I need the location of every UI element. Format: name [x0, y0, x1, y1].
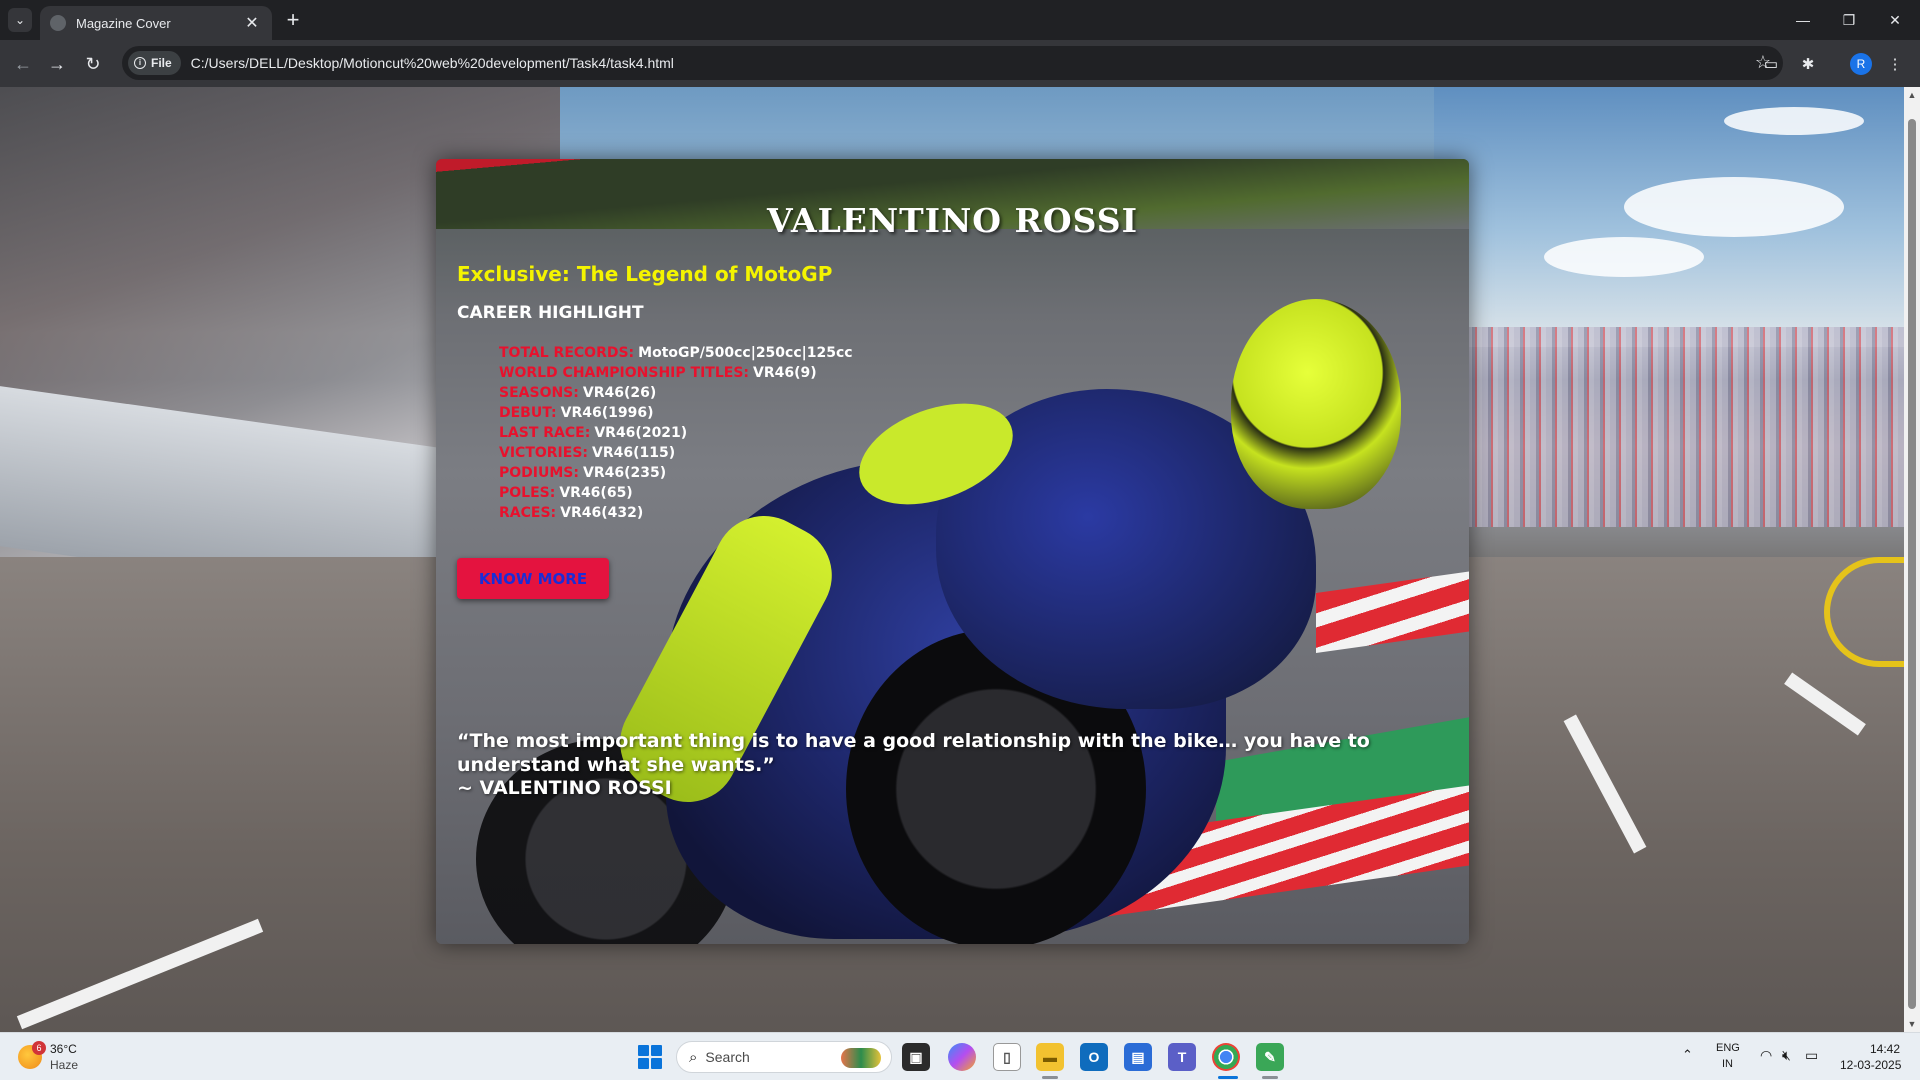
active-indicator — [1218, 1076, 1238, 1079]
stat-item: TOTAL RECORDS: MotoGP/500cc|250cc|125cc — [499, 343, 853, 363]
stat-value: VR46(1996) — [560, 405, 654, 421]
store-icon[interactable]: ▤ — [1124, 1043, 1152, 1071]
tab-magazine-cover[interactable]: Magazine Cover ✕ — [40, 6, 272, 40]
quote-author: ~ VALENTINO ROSSI — [457, 777, 672, 799]
stat-label: LAST RACE: — [499, 425, 591, 441]
stat-value: VR46(235) — [582, 465, 667, 481]
minimize-icon[interactable]: — — [1780, 0, 1826, 40]
menu-icon[interactable]: ⋮ — [1884, 53, 1906, 75]
rossi-quote: “The most important thing is to have a g… — [457, 730, 1370, 776]
stat-item: WORLD CHAMPIONSHIP TITLES: VR46(9) — [499, 363, 853, 383]
language-indicator[interactable]: ENG — [1716, 1042, 1740, 1054]
stat-label: VICTORIES: — [499, 445, 589, 461]
chevron-up-icon[interactable]: ⌃ — [1682, 1047, 1693, 1063]
weather-badge: 6 — [32, 1041, 46, 1055]
cover-subtitle: Exclusive: The Legend of MotoGP — [457, 262, 833, 286]
browser-toolbar: ← → ↻ i File C:/Users/DELL/Desktop/Motio… — [0, 40, 1920, 87]
url-text[interactable]: C:/Users/DELL/Desktop/Motioncut%20web%20… — [191, 55, 674, 71]
copilot-icon[interactable] — [948, 1043, 976, 1071]
clock-time[interactable]: 14:42 — [1870, 1042, 1900, 1056]
start-icon[interactable] — [638, 1045, 662, 1069]
stat-value: VR46(9) — [753, 365, 817, 381]
stat-label: TOTAL RECORDS: — [499, 345, 635, 361]
stat-label: RACES: — [499, 505, 557, 521]
info-icon: i — [134, 57, 146, 69]
page-viewport: VALENTINO ROSSI Exclusive: The Legend of… — [0, 87, 1904, 1032]
tab-title: Magazine Cover — [76, 15, 171, 31]
globe-icon — [50, 15, 66, 31]
stat-value: VR46(2021) — [594, 425, 688, 441]
stat-label: WORLD CHAMPIONSHIP TITLES: — [499, 365, 750, 381]
profile-avatar[interactable]: R — [1850, 53, 1872, 75]
stat-item: LAST RACE: VR46(2021) — [499, 423, 853, 443]
stat-item: DEBUT: VR46(1996) — [499, 403, 853, 423]
scroll-down-icon[interactable]: ▼ — [1904, 1016, 1920, 1032]
tab-search-icon[interactable]: ⌄ — [8, 8, 32, 32]
magazine-cover: VALENTINO ROSSI Exclusive: The Legend of… — [436, 159, 1469, 944]
search-highlight-icon — [841, 1048, 881, 1068]
stat-value: VR46(115) — [592, 445, 676, 461]
know-more-button[interactable]: KNOW MORE — [457, 558, 609, 599]
stat-item: POLES: VR46(65) — [499, 483, 853, 503]
chip-label: File — [151, 56, 172, 70]
language-region[interactable]: IN — [1722, 1058, 1733, 1070]
files-icon[interactable]: ▯ — [993, 1043, 1021, 1071]
weather-description[interactable]: Haze — [50, 1058, 78, 1072]
career-highlight-heading: CAREER HIGHLIGHT — [457, 303, 644, 323]
stat-item: VICTORIES: VR46(115) — [499, 443, 853, 463]
scroll-thumb[interactable] — [1908, 119, 1916, 1009]
background-cloud — [1724, 107, 1864, 135]
battery-icon[interactable]: ▭ — [1805, 1047, 1818, 1064]
stat-value: VR46(26) — [582, 385, 657, 401]
forward-icon[interactable]: → — [44, 51, 70, 77]
restore-icon[interactable]: ❐ — [1826, 0, 1872, 40]
stat-item: PODIUMS: VR46(235) — [499, 463, 853, 483]
chrome-icon[interactable] — [1212, 1043, 1240, 1071]
search-placeholder: Search — [705, 1049, 750, 1065]
outlook-icon[interactable]: O — [1080, 1043, 1108, 1071]
scroll-up-icon[interactable]: ▲ — [1904, 87, 1920, 103]
taskbar-search[interactable]: ⌕ Search — [676, 1041, 892, 1073]
running-indicator — [1042, 1076, 1058, 1079]
volume-muted-icon[interactable]: 🔇︎ — [1782, 1047, 1791, 1064]
close-icon[interactable]: ✕ — [1872, 0, 1918, 40]
windows-taskbar: 6 36°C Haze ⌕ Search ▣ ▯ ▬ O ▤ T ✎ ⌃ ENG… — [0, 1032, 1920, 1080]
page-title: VALENTINO ROSSI — [766, 201, 1139, 240]
wifi-icon[interactable]: ◠ — [1760, 1047, 1772, 1064]
reload-icon[interactable]: ↻ — [80, 51, 106, 77]
address-bar[interactable]: i File C:/Users/DELL/Desktop/Motioncut%2… — [122, 46, 1783, 80]
stat-value: VR46(432) — [560, 505, 644, 521]
cover-content: VALENTINO ROSSI Exclusive: The Legend of… — [436, 159, 1469, 944]
background-cloud — [1544, 237, 1704, 277]
stat-item: RACES: VR46(432) — [499, 503, 853, 523]
file-explorer-icon[interactable]: ▬ — [1036, 1043, 1064, 1071]
background-grandstand-right — [1434, 327, 1904, 527]
stat-item: SEASONS: VR46(26) — [499, 383, 853, 403]
tab-strip: ⌄ Magazine Cover ✕ + — ❐ ✕ — [0, 0, 1920, 40]
cast-icon[interactable]: ▭ — [1760, 53, 1782, 75]
new-tab-button[interactable]: + — [280, 8, 306, 34]
teams-icon[interactable]: T — [1168, 1043, 1196, 1071]
stat-label: DEBUT: — [499, 405, 557, 421]
career-stats-list: TOTAL RECORDS: MotoGP/500cc|250cc|125cc W… — [499, 343, 853, 523]
tab-close-icon[interactable]: ✕ — [242, 13, 262, 33]
weather-temperature[interactable]: 36°C — [50, 1042, 77, 1056]
running-indicator — [1262, 1076, 1278, 1079]
page-scrollbar[interactable]: ▲ ▼ — [1904, 87, 1920, 1032]
notepad-icon[interactable]: ✎ — [1256, 1043, 1284, 1071]
stat-value: VR46(65) — [559, 485, 633, 501]
task-view-icon[interactable]: ▣ — [902, 1043, 930, 1071]
site-info-chip[interactable]: i File — [128, 51, 181, 75]
clock-date[interactable]: 12-03-2025 — [1840, 1058, 1901, 1072]
search-icon: ⌕ — [689, 1048, 698, 1066]
stat-value: MotoGP/500cc|250cc|125cc — [638, 345, 853, 361]
stat-label: POLES: — [499, 485, 556, 501]
background-cloud — [1624, 177, 1844, 237]
back-icon[interactable]: ← — [10, 51, 36, 77]
extensions-icon[interactable]: ✱ — [1797, 53, 1819, 75]
stat-label: SEASONS: — [499, 385, 579, 401]
stat-label: PODIUMS: — [499, 465, 579, 481]
